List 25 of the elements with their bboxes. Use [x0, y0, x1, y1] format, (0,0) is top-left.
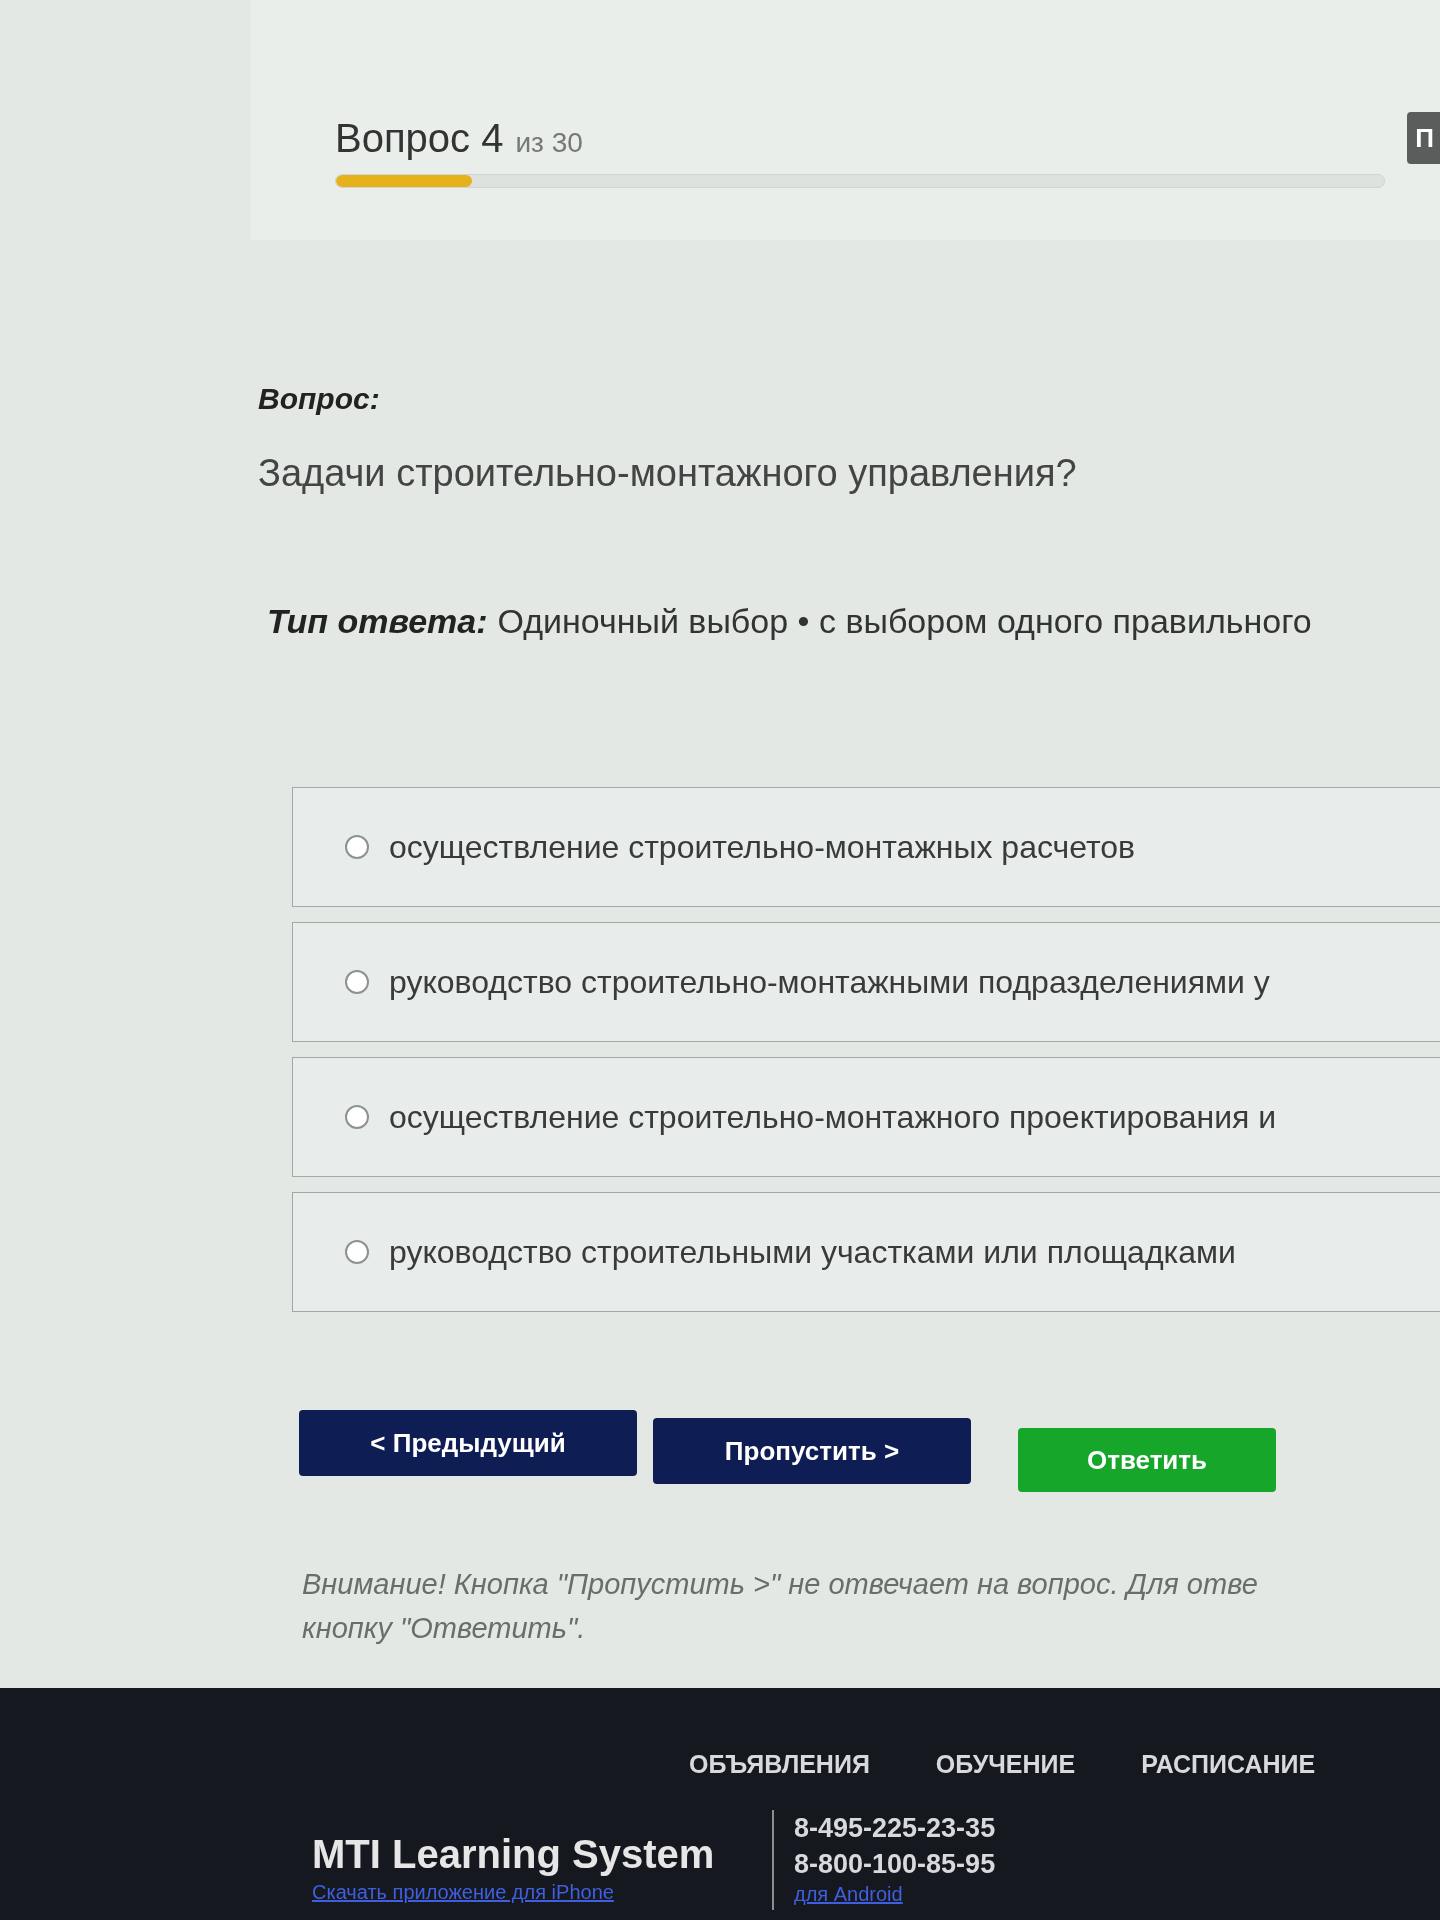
phone-number: 8-800-100-85-95	[794, 1847, 996, 1881]
footer-nav-link[interactable]: РАСПИСАНИЕ	[1141, 1746, 1316, 1784]
side-button[interactable]: П	[1407, 112, 1440, 164]
answer-type-value: Одиночный выбор • с выбором одного правильного	[497, 601, 1312, 642]
radio-button[interactable]	[345, 1240, 369, 1264]
footer-nav-link[interactable]: ОБУЧЕНИЕ	[935, 1746, 1076, 1784]
answer-option[interactable]: руководство строительно-монтажными подразделениями у	[292, 922, 1440, 1042]
question-counter: из 30	[515, 126, 583, 160]
phone-number: 8-495-225-23-35	[794, 1811, 996, 1845]
answer-option[interactable]: осуществление строительно-монтажных расчетов	[292, 787, 1440, 907]
radio-button[interactable]	[345, 1105, 369, 1129]
notice-text: Внимание! Кнопка "Пропустить >" не отвечает на вопрос. Для отве	[302, 1567, 1259, 1602]
nav-button[interactable]: Пропустить >	[653, 1418, 971, 1484]
answer-option[interactable]: руководство строительными участками или площадками	[292, 1192, 1440, 1312]
answer-type-label: Тип ответа:	[267, 601, 488, 642]
radio-button[interactable]	[345, 835, 369, 859]
question-label: Вопрос:	[258, 381, 381, 417]
notice-text: кнопку "Ответить".	[302, 1611, 587, 1646]
nav-button[interactable]: < Предыдущий	[299, 1410, 637, 1476]
question-number-title: Вопрос 4	[335, 115, 504, 162]
footer-nav-link[interactable]: ОБЪЯВЛЕНИЯ	[689, 1746, 870, 1784]
question-text: Задачи строительно-монтажного управления?	[258, 451, 1078, 496]
brand-name: MTI Learning System	[312, 1830, 716, 1878]
radio-button[interactable]	[345, 970, 369, 994]
answer-option[interactable]: осуществление строительно-монтажного проектирования и	[292, 1057, 1440, 1177]
